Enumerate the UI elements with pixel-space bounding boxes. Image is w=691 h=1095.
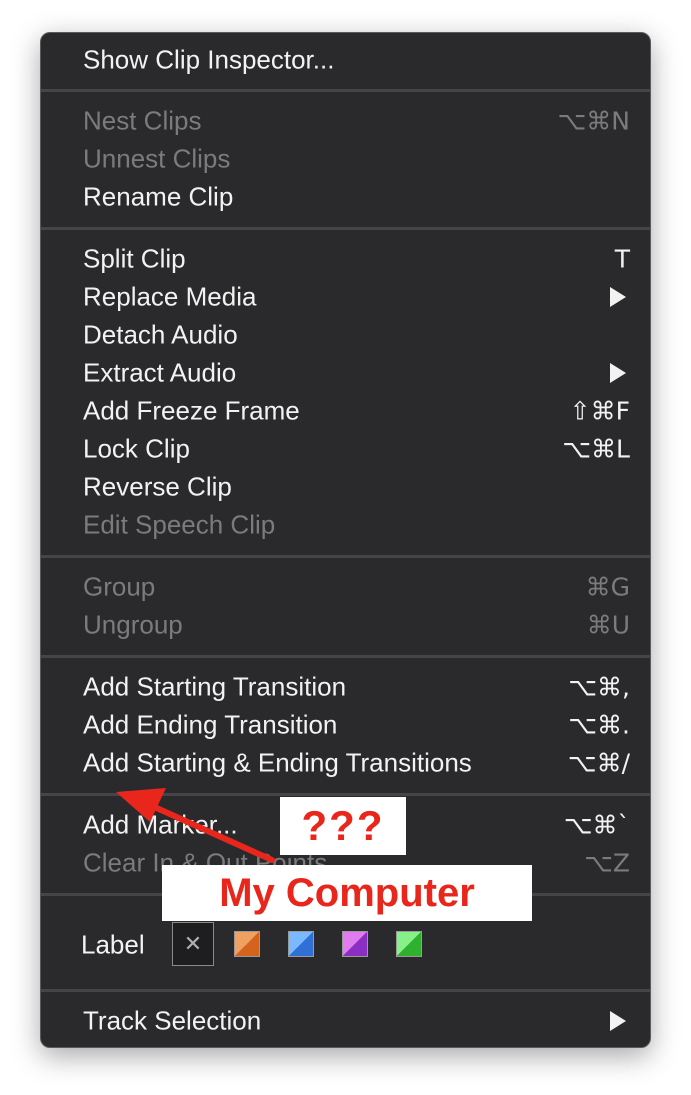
menu-item-shortcut: ⌥⌘N bbox=[557, 106, 630, 136]
label-swatch-none[interactable]: ✕ bbox=[172, 922, 214, 966]
menu-item-label: Track Selection bbox=[83, 1005, 262, 1036]
menu-item-add-ending-transition[interactable]: Add Ending Transition ⌥⌘. bbox=[41, 706, 650, 744]
menu-item-shortcut: ⌘G bbox=[585, 572, 630, 602]
menu-item-shortcut: ⇧⌘F bbox=[569, 396, 630, 426]
menu-item-label: Add Starting Transition bbox=[83, 671, 347, 702]
menu-item-label: Show Clip Inspector... bbox=[83, 44, 335, 75]
menu-item-label: Edit Speech Clip bbox=[83, 509, 276, 540]
menu-item-edit-speech-clip[interactable]: Edit Speech Clip bbox=[41, 506, 650, 544]
menu-item-label: Add Marker... bbox=[83, 809, 238, 840]
menu-separator bbox=[41, 989, 650, 992]
menu-item-replace-media[interactable]: Replace Media bbox=[41, 278, 650, 316]
menu-item-label: Group bbox=[83, 571, 156, 602]
menu-separator bbox=[41, 227, 650, 230]
menu-item-shortcut: ⌥⌘, bbox=[568, 672, 630, 702]
menu-item-reverse-clip[interactable]: Reverse Clip bbox=[41, 468, 650, 506]
menu-item-split-clip[interactable]: Split Clip T bbox=[41, 240, 650, 278]
label-row-title: Label bbox=[81, 929, 145, 960]
menu-item-unnest-clips[interactable]: Unnest Clips bbox=[41, 140, 650, 178]
annotation-caption-box: My Computer bbox=[162, 865, 532, 921]
menu-item-label: Rename Clip bbox=[83, 181, 234, 212]
menu-item-shortcut: ⌥⌘` bbox=[563, 810, 630, 840]
menu-item-label: Extract Audio bbox=[83, 357, 237, 388]
menu-item-shortcut: T bbox=[614, 244, 630, 274]
menu-item-lock-clip[interactable]: Lock Clip ⌥⌘L bbox=[41, 430, 650, 468]
menu-separator bbox=[41, 555, 650, 558]
menu-item-shortcut: ⌥⌘. bbox=[568, 710, 630, 740]
menu-item-label: Detach Audio bbox=[83, 319, 238, 350]
menu-item-label: Split Clip bbox=[83, 243, 186, 274]
label-swatch-orange[interactable] bbox=[234, 931, 260, 957]
menu-item-label: Add Freeze Frame bbox=[83, 395, 300, 426]
menu-item-label: Ungroup bbox=[83, 609, 183, 640]
menu-separator bbox=[41, 655, 650, 658]
menu-item-label: Reverse Clip bbox=[83, 471, 232, 502]
menu-item-shortcut: ⌥Z bbox=[584, 848, 630, 878]
menu-item-nest-clips[interactable]: Nest Clips ⌥⌘N bbox=[41, 102, 650, 140]
submenu-arrow-icon bbox=[610, 1011, 626, 1031]
menu-item-label: Add Ending Transition bbox=[83, 709, 338, 740]
menu-separator bbox=[41, 793, 650, 796]
menu-item-rename-clip[interactable]: Rename Clip bbox=[41, 178, 650, 216]
menu-item-show-clip-inspector[interactable]: Show Clip Inspector... bbox=[41, 41, 650, 79]
label-swatch-purple[interactable] bbox=[342, 931, 368, 957]
menu-item-label: Nest Clips bbox=[83, 105, 202, 136]
menu-item-detach-audio[interactable]: Detach Audio bbox=[41, 316, 650, 354]
menu-item-add-starting-transition[interactable]: Add Starting Transition ⌥⌘, bbox=[41, 668, 650, 706]
menu-separator bbox=[41, 89, 650, 92]
menu-item-extract-audio[interactable]: Extract Audio bbox=[41, 354, 650, 392]
menu-item-add-freeze-frame[interactable]: Add Freeze Frame ⇧⌘F bbox=[41, 392, 650, 430]
menu-item-label: Add Starting & Ending Transitions bbox=[83, 747, 472, 778]
menu-item-label: Replace Media bbox=[83, 281, 257, 312]
submenu-arrow-icon bbox=[610, 363, 626, 383]
none-x-icon: ✕ bbox=[183, 931, 203, 956]
submenu-arrow-icon bbox=[610, 287, 626, 307]
annotation-question-box: ??? bbox=[280, 797, 406, 855]
menu-item-group[interactable]: Group ⌘G bbox=[41, 568, 650, 606]
menu-item-add-starting-ending-transitions[interactable]: Add Starting & Ending Transitions ⌥⌘/ bbox=[41, 744, 650, 782]
menu-item-track-selection[interactable]: Track Selection bbox=[41, 1002, 650, 1040]
menu-item-ungroup[interactable]: Ungroup ⌘U bbox=[41, 606, 650, 644]
menu-item-shortcut: ⌘U bbox=[586, 610, 630, 640]
menu-item-label: Lock Clip bbox=[83, 433, 190, 464]
menu-item-shortcut: ⌥⌘L bbox=[562, 434, 630, 464]
menu-item-label: Unnest Clips bbox=[83, 143, 231, 174]
label-swatch-green[interactable] bbox=[396, 931, 422, 957]
label-swatch-blue[interactable] bbox=[288, 931, 314, 957]
menu-item-shortcut: ⌥⌘/ bbox=[567, 748, 630, 778]
